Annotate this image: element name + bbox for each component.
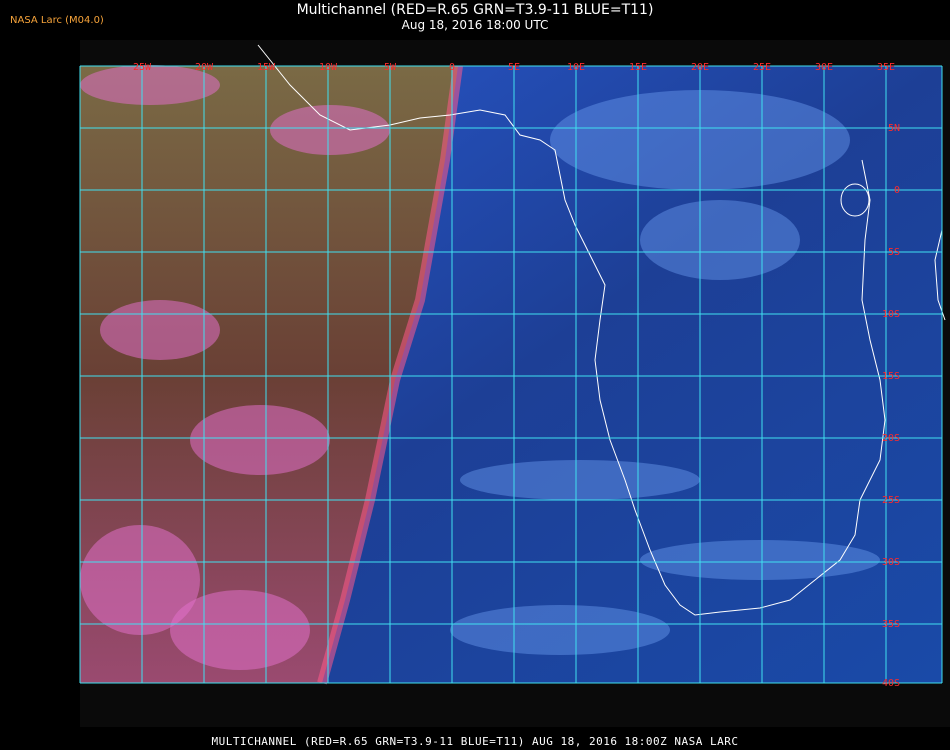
longitude-label: 35E — [877, 62, 895, 73]
satellite-map: 25W 20W 15W 10W 5W 0 5E 10E 15E 20E 25E 30E 35E 5N 0 5S… — [79, 40, 950, 727]
longitude-label: 5W — [384, 62, 397, 73]
footer-caption: MULTICHANNEL (RED=R.65 GRN=T3.9-11 BLUE=… — [211, 735, 739, 748]
latitude-label: 0 — [894, 185, 900, 196]
latitude-label: 35S — [882, 619, 900, 630]
longitude-label: 10W — [319, 62, 338, 73]
longitude-label: 20E — [691, 62, 709, 73]
longitude-label: 5E — [508, 62, 520, 73]
latitude-label: 5N — [888, 123, 900, 134]
latitude-label: 5S — [888, 247, 900, 258]
longitude-label: 15W — [257, 62, 276, 73]
latitude-label: 20S — [882, 433, 900, 444]
latitude-label: 25S — [882, 495, 900, 506]
latitude-label: 10S — [882, 309, 900, 320]
longitude-label: 25E — [753, 62, 771, 73]
latitude-label: 15S — [882, 371, 900, 382]
latitude-label: 40S — [882, 678, 900, 689]
longitude-label: 0 — [449, 62, 455, 73]
longitude-label: 20W — [195, 62, 214, 73]
longitude-label: 15E — [629, 62, 647, 73]
longitude-label: 25W — [133, 62, 152, 73]
latitude-label: 30S — [882, 557, 900, 568]
longitude-label: 30E — [815, 62, 833, 73]
longitude-label: 10E — [567, 62, 585, 73]
